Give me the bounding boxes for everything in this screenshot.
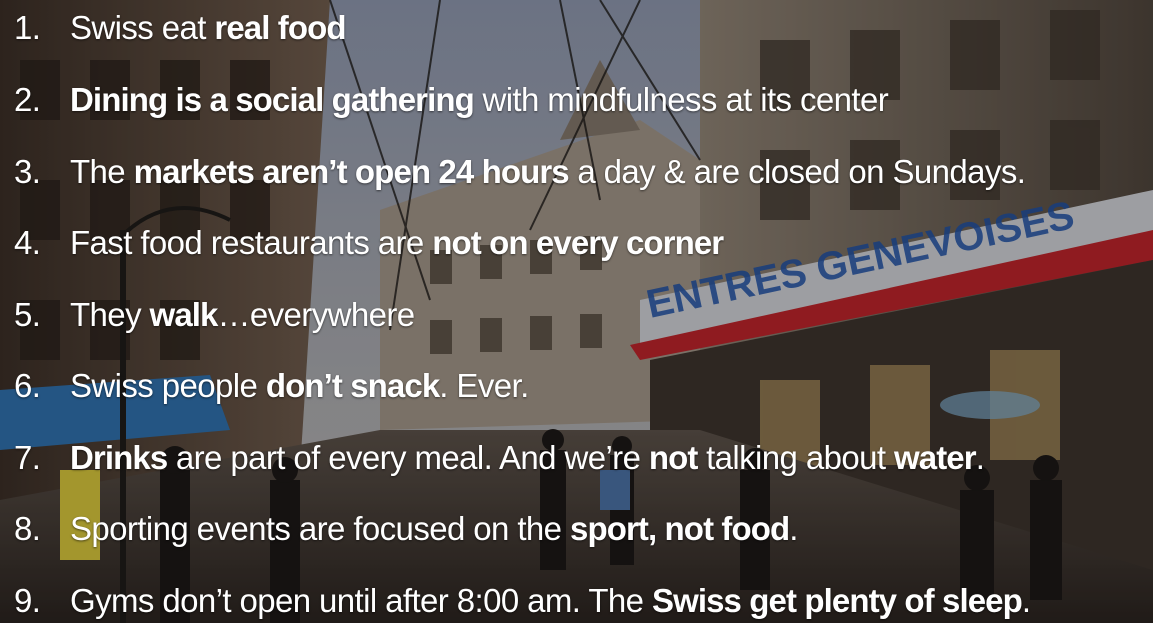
list-item: 2. Dining is a social gathering with mind…: [14, 78, 889, 122]
bold-text: walk: [149, 296, 219, 333]
text-segment: They: [70, 296, 150, 333]
item-number: 3.: [14, 153, 41, 190]
item-number: 1.: [14, 9, 41, 46]
reasons-list: 1. Swiss eat real food 2. Dining is a soci…: [0, 0, 1153, 623]
bold-text: Drinks: [70, 439, 168, 476]
item-text: Sporting events are focused on the sport…: [70, 510, 798, 547]
text-segment: with mindfulness at its center: [473, 81, 889, 118]
item-text: The markets aren’t open 24 hours a day &…: [70, 153, 1026, 190]
bold-text: don’t snack: [265, 367, 440, 404]
item-number: 5.: [14, 296, 41, 333]
list-item: 9. Gyms don’t open until after 8:00 am. T…: [14, 579, 1031, 623]
list-item: 8. Sporting events are focused on the spo…: [14, 507, 798, 551]
list-item: 4. Fast food restaurants are not on every…: [14, 221, 724, 265]
text-segment: Fast food restaurants are: [70, 224, 433, 261]
item-text: Fast food restaurants are not on every c…: [70, 224, 724, 261]
bold-text: Dining is a social gathering: [70, 81, 475, 118]
bold-text: not: [648, 439, 699, 476]
text-segment: . Ever.: [439, 367, 529, 404]
bold-text: sport, not food: [570, 510, 790, 547]
item-number: 8.: [14, 510, 41, 547]
text-segment: are part of every meal. And we’re: [167, 439, 649, 476]
text-segment: Swiss people: [70, 367, 266, 404]
item-number: 9.: [14, 582, 41, 619]
bold-text: markets aren’t open 24 hours: [133, 153, 570, 190]
text-segment: .: [975, 439, 985, 476]
bold-text: Swiss get plenty of sleep: [651, 582, 1023, 619]
list-item: 7. Drinks are part of every meal. And we’…: [14, 436, 985, 480]
text-segment: The: [70, 153, 134, 190]
list-item: 5. They walk…everywhere: [14, 293, 416, 337]
item-number: 6.: [14, 367, 41, 404]
text-segment: Gyms don’t open until after 8:00 am. The: [70, 582, 652, 619]
text-segment: a day & are closed on Sundays.: [568, 153, 1026, 190]
item-number: 7.: [14, 439, 41, 476]
text-segment: .: [789, 510, 798, 547]
list-item: 1. Swiss eat real food: [14, 6, 347, 50]
item-number: 2.: [14, 81, 41, 118]
bold-text: real food: [214, 9, 346, 46]
text-segment: talking about: [697, 439, 894, 476]
text-segment: Sporting events are focused on the: [70, 510, 571, 547]
item-text: Drinks are part of every meal. And we’re…: [70, 439, 985, 476]
item-text: Dining is a social gathering with mindfu…: [70, 81, 889, 118]
text-segment: .: [1021, 582, 1031, 619]
bold-text: water: [893, 439, 977, 476]
bold-text: not on every corner: [432, 224, 724, 261]
item-number: 4.: [14, 224, 41, 261]
item-text: Swiss people don’t snack. Ever.: [70, 367, 529, 404]
item-text: Gyms don’t open until after 8:00 am. The…: [70, 582, 1031, 619]
text-segment: …everywhere: [217, 296, 416, 333]
text-segment: Swiss eat: [70, 9, 215, 46]
list-item: 3. The markets aren’t open 24 hours a day…: [14, 150, 1026, 194]
list-item: 6. Swiss people don’t snack. Ever.: [14, 364, 529, 408]
item-text: They walk…everywhere: [70, 296, 416, 333]
item-text: Swiss eat real food: [70, 9, 347, 46]
